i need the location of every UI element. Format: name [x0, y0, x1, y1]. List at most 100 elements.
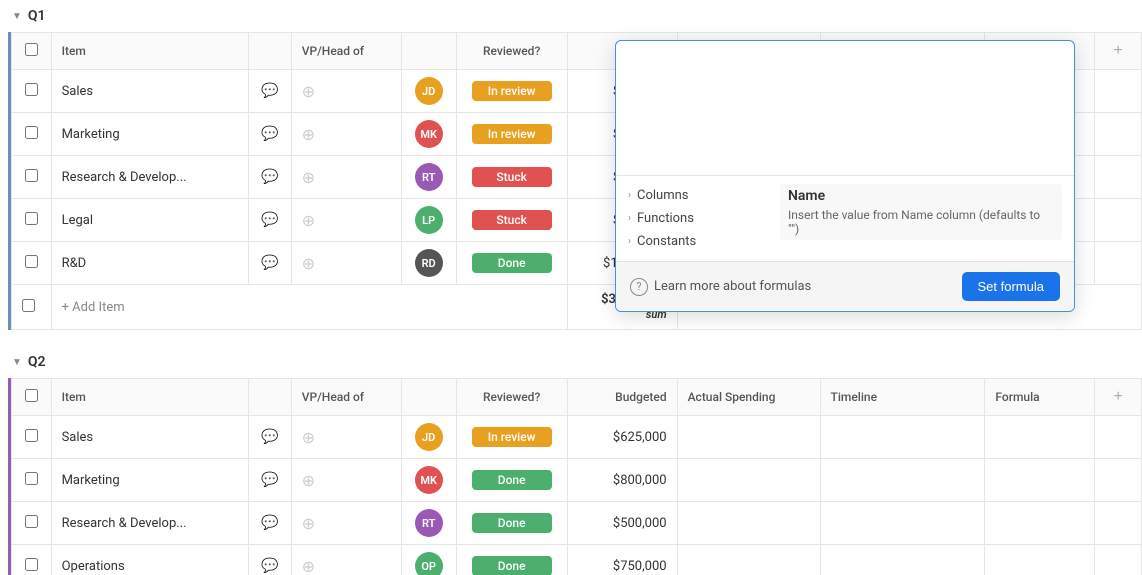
avatar: RD — [415, 249, 443, 277]
q1-section-header: ▼ Q1 — [0, 0, 1142, 32]
status-badge[interactable]: Stuck — [472, 210, 552, 230]
columns-option[interactable]: › Columns — [628, 184, 768, 207]
add-vp-icon[interactable]: ⊕ — [302, 254, 315, 273]
set-formula-button[interactable]: Set formula — [962, 272, 1060, 301]
q1-select-all-checkbox[interactable] — [25, 43, 38, 56]
q1-label: Q1 — [28, 8, 46, 24]
status-badge[interactable]: Done — [472, 556, 552, 575]
vp-cell: ⊕ — [291, 502, 401, 545]
q2-add-column-button[interactable]: + — [1108, 386, 1129, 408]
actual-cell — [677, 502, 820, 545]
status-badge[interactable]: Done — [472, 253, 552, 273]
comment-icon[interactable]: 💬 — [261, 169, 278, 185]
budgeted-cell: $625,000 — [567, 416, 677, 459]
q1-col-checkbox — [12, 33, 52, 70]
row-checkbox[interactable] — [25, 126, 38, 139]
q1-chevron-icon[interactable]: ▼ — [12, 11, 22, 22]
status-cell: In review — [456, 416, 567, 459]
add-vp-icon[interactable]: ⊕ — [302, 82, 315, 101]
add-item-cell[interactable]: + Add Item — [51, 285, 567, 330]
comment-icon[interactable]: 💬 — [261, 83, 278, 99]
add-vp-icon[interactable]: ⊕ — [302, 557, 315, 575]
row-checkbox[interactable] — [25, 515, 38, 528]
avatar-cell: JD — [401, 70, 456, 113]
status-badge[interactable]: Stuck — [472, 167, 552, 187]
status-badge[interactable]: Done — [472, 513, 552, 533]
comment-icon[interactable]: 💬 — [261, 472, 278, 488]
comment-cell: 💬 — [249, 459, 291, 502]
row-checkbox[interactable] — [25, 255, 38, 268]
comment-icon[interactable]: 💬 — [261, 558, 278, 574]
formula-hint-title: Name — [788, 188, 1054, 204]
avatar-cell: RD — [401, 242, 456, 285]
functions-option[interactable]: › Functions — [628, 207, 768, 230]
avatar-cell: OP — [401, 545, 456, 575]
formula-editor — [616, 41, 1074, 176]
add-item-checkbox[interactable] — [22, 299, 35, 312]
add-vp-icon[interactable]: ⊕ — [302, 514, 315, 533]
status-cell: Done — [456, 545, 567, 575]
add-vp-icon[interactable]: ⊕ — [302, 211, 315, 230]
vp-cell: ⊕ — [291, 70, 401, 113]
learn-more-link[interactable]: ? Learn more about formulas — [630, 278, 811, 296]
timeline-cell — [820, 502, 985, 545]
row-checkbox-cell — [12, 545, 52, 575]
constants-chevron-icon: › — [628, 236, 631, 247]
question-icon: ? — [630, 278, 648, 296]
row-checkbox[interactable] — [25, 83, 38, 96]
row-checkbox[interactable] — [25, 558, 38, 571]
comment-icon[interactable]: 💬 — [261, 255, 278, 271]
extra-col-cell — [1095, 459, 1142, 502]
avatar-cell: JD — [401, 416, 456, 459]
constants-option[interactable]: › Constants — [628, 230, 768, 253]
formula-cell — [985, 459, 1095, 502]
vp-cell: ⊕ — [291, 156, 401, 199]
q1-col-comment — [249, 33, 291, 70]
comment-cell: 💬 — [249, 156, 291, 199]
budgeted-cell: $500,000 — [567, 502, 677, 545]
q2-col-timeline: Timeline — [820, 379, 985, 416]
formula-input[interactable] — [626, 51, 1064, 161]
q2-select-all-checkbox[interactable] — [25, 389, 38, 402]
status-badge[interactable]: In review — [472, 81, 552, 101]
row-checkbox-cell — [12, 156, 52, 199]
row-checkbox-cell — [12, 416, 52, 459]
add-vp-icon[interactable]: ⊕ — [302, 471, 315, 490]
section-gap-1 — [0, 330, 1142, 346]
q2-col-budgeted: Budgeted — [567, 379, 677, 416]
status-badge[interactable]: In review — [472, 124, 552, 144]
formula-popup: › Columns › Functions › Constants Name I… — [615, 40, 1075, 312]
actual-cell — [677, 416, 820, 459]
add-vp-icon[interactable]: ⊕ — [302, 168, 315, 187]
add-vp-icon[interactable]: ⊕ — [302, 428, 315, 447]
q2-add-col-header: + — [1095, 379, 1142, 416]
row-checkbox[interactable] — [25, 472, 38, 485]
row-checkbox[interactable] — [25, 212, 38, 225]
avatar: MK — [415, 120, 443, 148]
actual-cell — [677, 545, 820, 575]
status-cell: Stuck — [456, 156, 567, 199]
row-checkbox[interactable] — [25, 169, 38, 182]
row-checkbox-cell — [12, 113, 52, 156]
row-checkbox[interactable] — [25, 429, 38, 442]
comment-icon[interactable]: 💬 — [261, 126, 278, 142]
main-container: ▼ Q1 Item VP/Head of Reviewed? Budgeted … — [0, 0, 1142, 575]
q1-add-column-button[interactable]: + — [1108, 40, 1129, 62]
q2-col-formula: Formula — [985, 379, 1095, 416]
status-badge[interactable]: Done — [472, 470, 552, 490]
add-item-checkbox-cell — [12, 285, 52, 330]
budgeted-cell: $800,000 — [567, 459, 677, 502]
item-cell: Sales — [51, 70, 249, 113]
comment-cell: 💬 — [249, 545, 291, 575]
q2-col-actual: Actual Spending — [677, 379, 820, 416]
columns-option-label: Columns — [637, 188, 689, 203]
add-vp-icon[interactable]: ⊕ — [302, 125, 315, 144]
item-cell: Operations — [51, 545, 249, 575]
comment-icon[interactable]: 💬 — [261, 212, 278, 228]
q2-chevron-icon[interactable]: ▼ — [12, 357, 22, 368]
status-badge[interactable]: In review — [472, 427, 552, 447]
q2-table-wrapper: Item VP/Head of Reviewed? Budgeted Actua… — [8, 378, 1142, 575]
avatar: RT — [415, 509, 443, 537]
comment-icon[interactable]: 💬 — [261, 515, 278, 531]
comment-icon[interactable]: 💬 — [261, 429, 278, 445]
